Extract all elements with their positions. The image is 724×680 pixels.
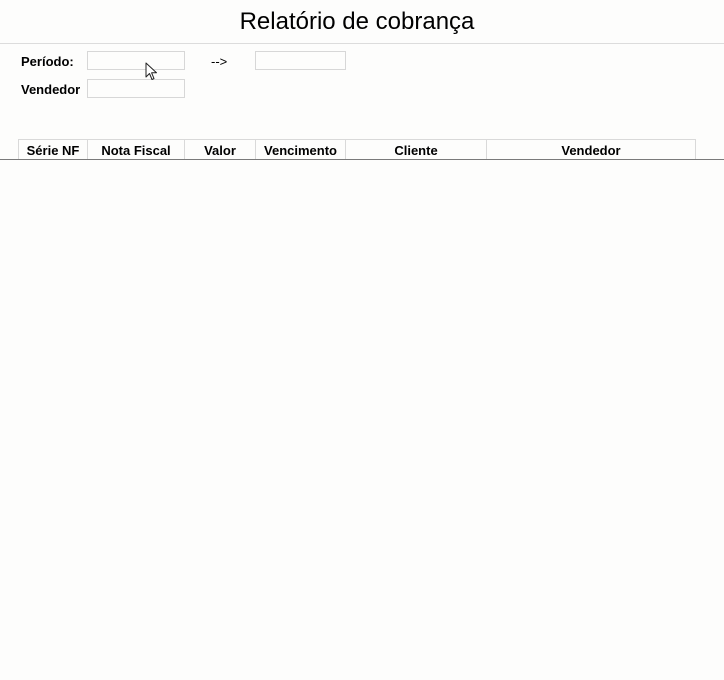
mouse-cursor-icon [145, 62, 157, 80]
period-label: Período: [21, 54, 74, 69]
column-header-nota-fiscal[interactable]: Nota Fiscal [87, 139, 184, 159]
period-end-input[interactable] [255, 51, 346, 70]
page-title: Relatório de cobrança [239, 8, 475, 35]
seller-label: Vendedor [21, 82, 81, 97]
header-divider [0, 159, 724, 160]
column-header-cliente[interactable]: Cliente [345, 139, 486, 159]
seller-input[interactable] [87, 79, 185, 98]
period-start-input[interactable] [87, 51, 185, 70]
column-header-vendedor[interactable]: Vendedor [486, 139, 696, 159]
column-header-vencimento[interactable]: Vencimento [255, 139, 345, 159]
column-header-serie-nf[interactable]: Série NF [18, 139, 87, 159]
column-header-valor[interactable]: Valor [184, 139, 255, 159]
period-arrow: --> [211, 54, 228, 69]
title-divider [0, 43, 724, 44]
table-header: Série NF Nota Fiscal Valor Vencimento Cl… [18, 139, 696, 159]
